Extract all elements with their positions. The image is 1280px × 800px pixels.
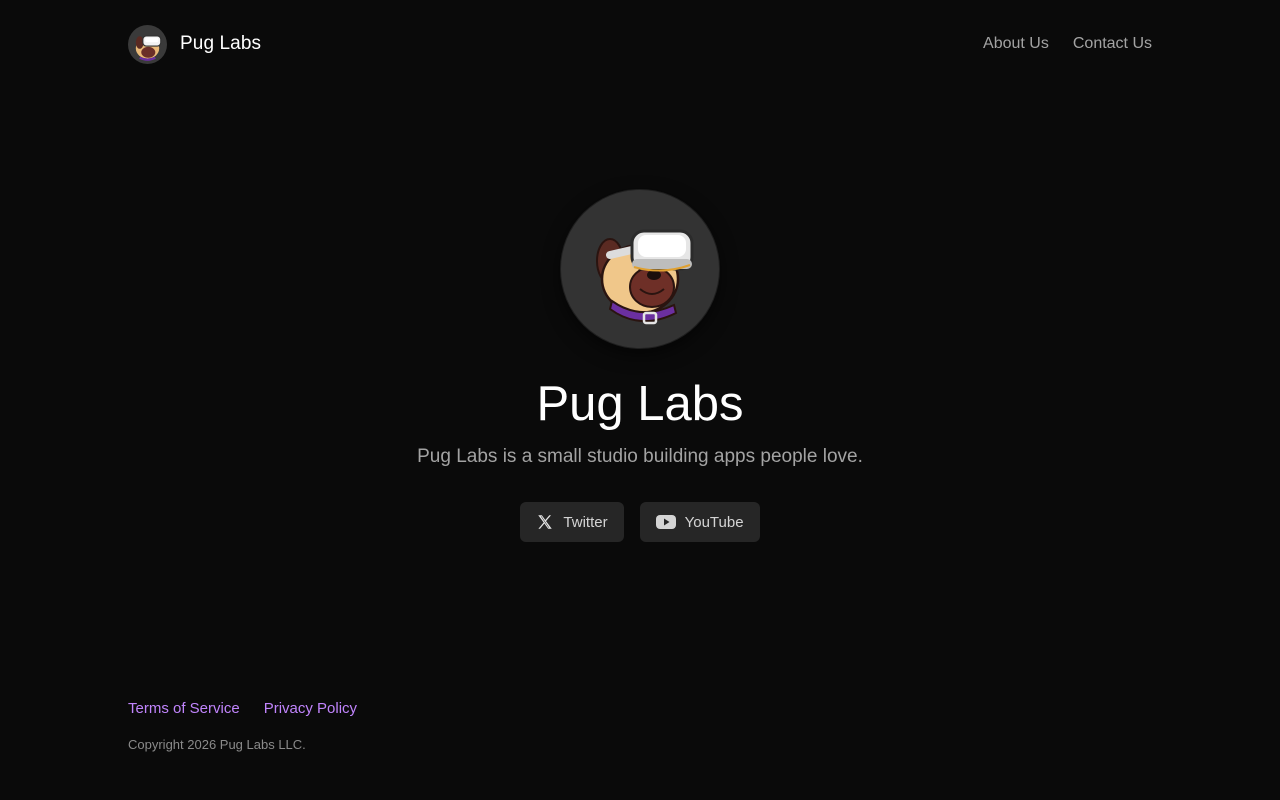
pug-vr-avatar-icon bbox=[561, 190, 719, 348]
terms-of-service-link[interactable]: Terms of Service bbox=[128, 700, 240, 717]
x-icon bbox=[536, 513, 554, 531]
footer-links: Terms of Service Privacy Policy bbox=[128, 700, 357, 717]
twitter-label: Twitter bbox=[563, 513, 608, 531]
page: Pug Labs About Us Contact Us Pug Labs Pu… bbox=[0, 0, 1280, 800]
nav-link-about-us[interactable]: About Us bbox=[983, 35, 1049, 53]
site-footer: Terms of Service Privacy Policy Copyrigh… bbox=[128, 700, 357, 752]
site-header: Pug Labs About Us Contact Us bbox=[128, 24, 1152, 64]
youtube-button[interactable]: YouTube bbox=[639, 502, 760, 543]
main-nav: About Us Contact Us bbox=[983, 35, 1152, 53]
nav-link-contact-us[interactable]: Contact Us bbox=[1073, 35, 1152, 53]
twitter-button[interactable]: Twitter bbox=[520, 502, 624, 543]
privacy-policy-link[interactable]: Privacy Policy bbox=[264, 700, 357, 717]
hero-tagline: Pug Labs is a small studio building apps… bbox=[417, 446, 863, 468]
youtube-label: YouTube bbox=[684, 513, 744, 531]
social-links: Twitter YouTube bbox=[520, 502, 760, 543]
youtube-icon bbox=[655, 514, 676, 530]
brand-name: Pug Labs bbox=[180, 33, 262, 54]
hero-section: Pug Labs Pug Labs is a small studio buil… bbox=[0, 190, 1280, 543]
pug-logo-icon bbox=[128, 24, 167, 64]
brand-link[interactable]: Pug Labs bbox=[128, 24, 262, 64]
hero-title: Pug Labs bbox=[536, 377, 744, 431]
copyright-text: Copyright 2026 Pug Labs LLC. bbox=[128, 737, 306, 752]
